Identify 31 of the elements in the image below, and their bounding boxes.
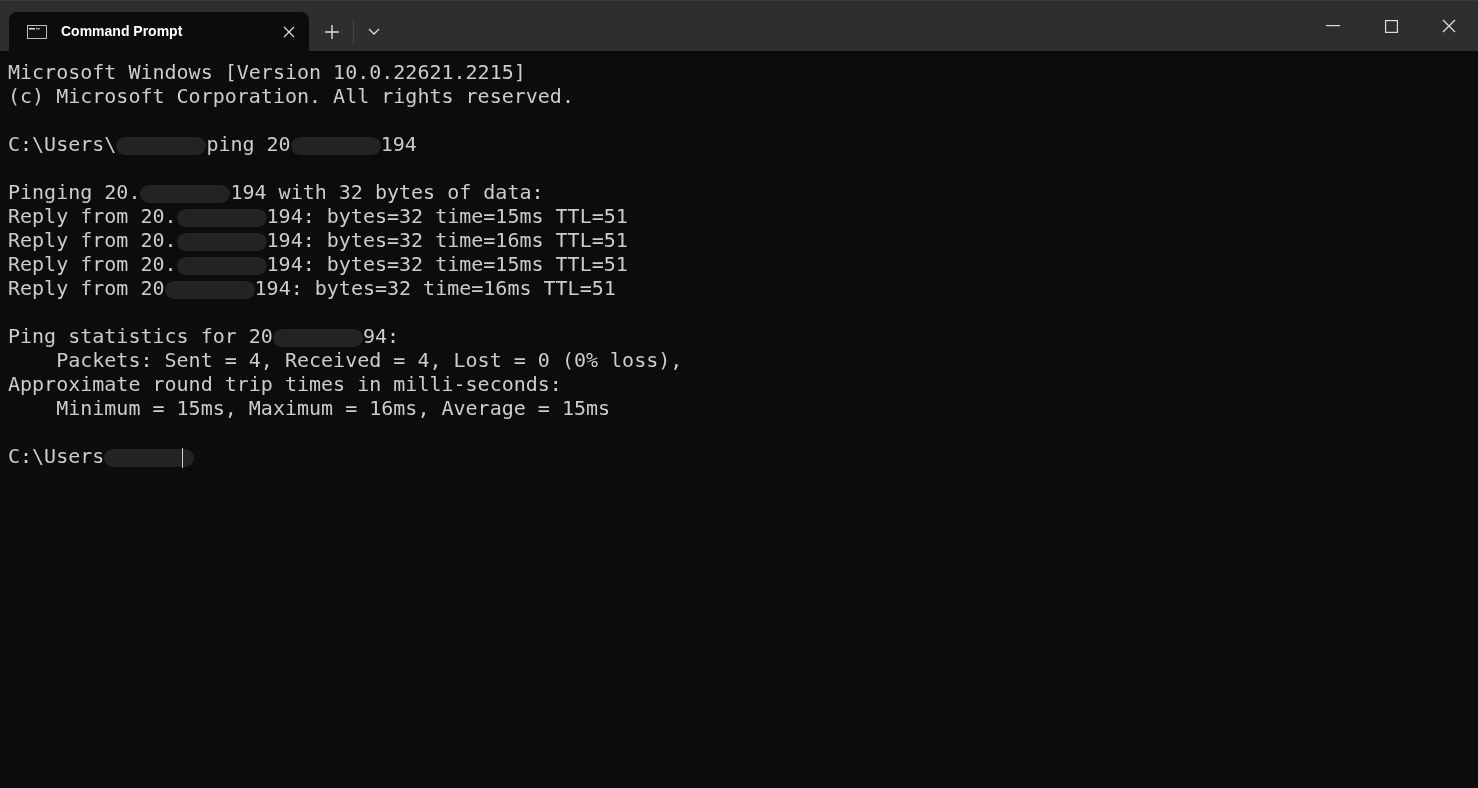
terminal-text: 194: bytes=32 time=16ms TTL=51 <box>254 276 616 300</box>
terminal-text: 194 <box>380 132 417 156</box>
terminal-text: 194: bytes=32 time=15ms TTL=51 <box>266 252 628 276</box>
dropdown-icon[interactable] <box>368 27 380 36</box>
add-tab-icon[interactable] <box>325 24 339 39</box>
close-icon[interactable] <box>283 25 295 38</box>
terminal-icon <box>27 24 47 39</box>
terminal-text: ping 20 <box>206 132 291 156</box>
text-cursor <box>182 447 184 468</box>
tab[interactable]: Command Prompt <box>9 12 309 51</box>
terminal-text: 194: bytes=32 time=16ms TTL=51 <box>266 228 628 252</box>
terminal-text: 194 with 32 bytes of data: <box>230 180 544 204</box>
terminal-text: 94: <box>362 324 400 348</box>
terminal-text: (c) Microsoft Corporation. All rights reserved. <box>8 84 574 108</box>
terminal-text: Approximate round trip times in milli-seconds: <box>8 372 562 396</box>
terminal-text: Packets: Sent = 4, Received = 4, Lost = 0 (0% loss), <box>55 348 683 372</box>
close-icon <box>1442 19 1456 33</box>
terminal-text: Pinging 20. <box>8 180 141 204</box>
terminal-text: C:\Users\ <box>8 132 117 156</box>
terminal-text: Reply from 20 <box>8 276 165 300</box>
maximize-icon <box>1384 19 1398 33</box>
terminal-text: Ping statistics for 20 <box>8 324 273 348</box>
terminal-text: C:\Users <box>8 444 105 468</box>
terminal-text: Reply from 20. <box>8 204 177 228</box>
terminal-text: Reply from 20. <box>8 228 177 252</box>
tab-title: Command Prompt <box>61 22 184 41</box>
terminal-text: 194: bytes=32 time=15ms TTL=51 <box>266 204 628 228</box>
terminal-text: Minimum = 15ms, Maximum = 16ms, Average = 15ms <box>55 396 611 420</box>
minimize-icon <box>1326 25 1340 27</box>
terminal-text: Microsoft Windows [Version 10.0.22621.2215] <box>8 60 526 84</box>
terminal-text: Reply from 20. <box>8 252 177 276</box>
